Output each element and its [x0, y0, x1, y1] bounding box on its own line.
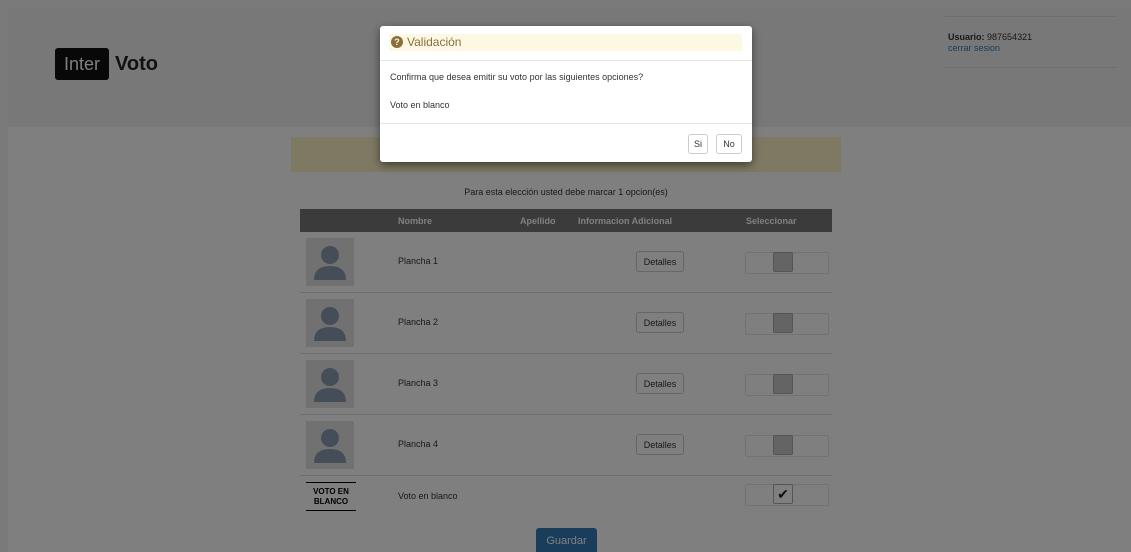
modal-message: Confirma que desea emitir su voto por la…: [390, 72, 644, 82]
confirm-no-button[interactable]: No: [716, 134, 742, 154]
modal-title-text: Validación: [407, 35, 462, 49]
question-circle-icon: ?: [391, 36, 403, 48]
modal-footer: Si No: [380, 123, 752, 163]
modal-body: Confirma que desea emitir su voto por la…: [390, 72, 643, 128]
modal-header: ? Validación: [380, 26, 752, 61]
modal-title: ? Validación: [391, 35, 461, 49]
confirm-yes-button[interactable]: Si: [688, 134, 708, 154]
modal-choice: Voto en blanco: [390, 100, 450, 110]
validation-modal: ? Validación Confirma que desea emitir s…: [380, 26, 752, 162]
